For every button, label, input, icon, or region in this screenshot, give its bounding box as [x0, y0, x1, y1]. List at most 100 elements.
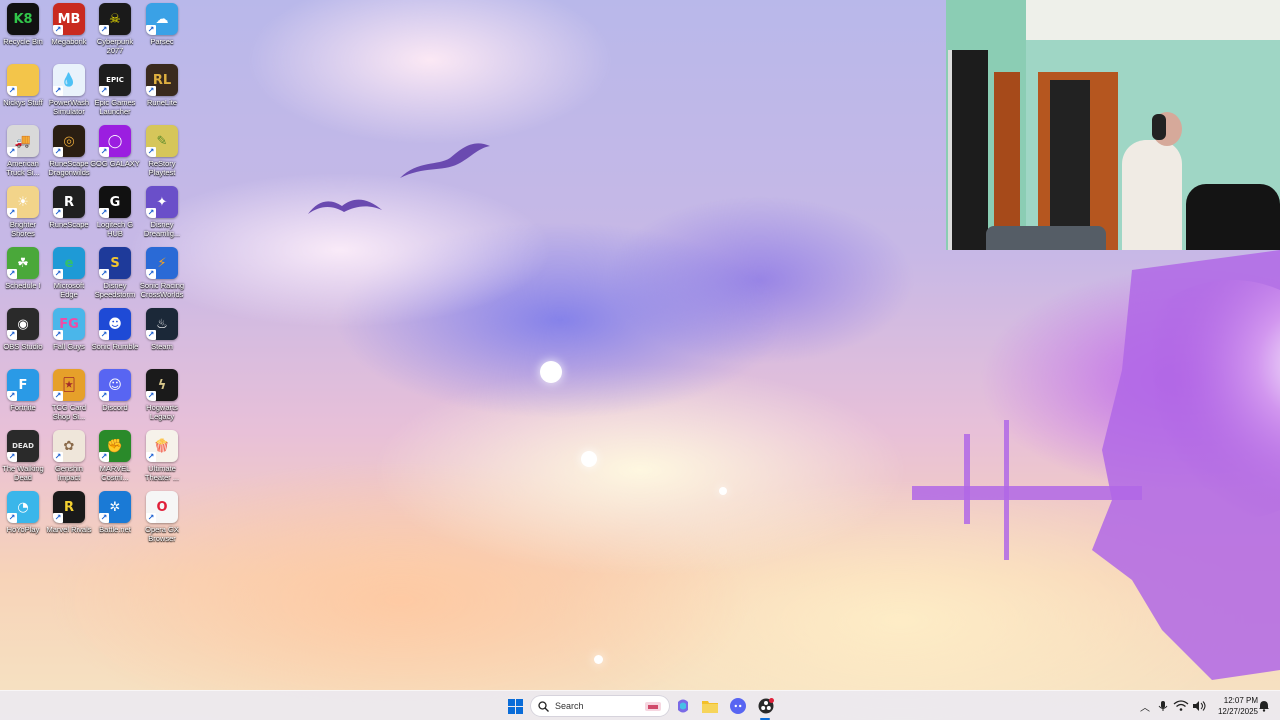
desktop-shortcut[interactable]: O ↗ Opera GX Browser [139, 491, 185, 549]
icon-glyph: ☘ [17, 255, 29, 271]
desktop-shortcut[interactable]: ☺ ↗ Discord [92, 369, 138, 427]
desktop-shortcut-label: Nickys Stuff [3, 98, 43, 107]
taskbar-search-box[interactable]: Search [530, 695, 670, 717]
desktop-shortcut[interactable]: ♨ ↗ Steam [139, 308, 185, 366]
shortcut-arrow-icon: ↗ [53, 391, 63, 401]
discord-icon: ☺ ↗ [99, 369, 131, 401]
desktop-shortcut[interactable]: ☀ ↗ Brighter Shores [0, 186, 46, 244]
desktop-shortcut[interactable]: RL ↗ RuneLite [139, 64, 185, 122]
speedstorm-icon: S ↗ [99, 247, 131, 279]
desktop-shortcut[interactable]: ◎ ↗ RuneScape Dragonwilds [46, 125, 92, 183]
cyberpunk-icon: ☠ ↗ [99, 3, 131, 35]
desktop-shortcut[interactable]: 🚚 ↗ American Truck Si... [0, 125, 46, 183]
desktop-shortcut[interactable]: ✊ ↗ MARVEL Cosmi... [92, 430, 138, 488]
taskbar-clock[interactable]: 12:07 PM 12/27/2025 [1206, 695, 1258, 717]
desktop-shortcut[interactable]: ✎ ↗ ReStory Playtest [139, 125, 185, 183]
desktop-shortcut[interactable]: R ↗ RuneScape [46, 186, 92, 244]
desktop-shortcut-label: Opera GX Browser [145, 525, 179, 543]
recycle-bin-icon: K8 [7, 3, 39, 35]
desktop-shortcut[interactable]: 🍿 ↗ Ultimate Theater ... [139, 430, 185, 488]
copilot-icon [678, 699, 688, 713]
desktop-shortcut[interactable]: e ↗ Microsoft Edge [46, 247, 92, 305]
hoyoplay-icon: ◔ ↗ [7, 491, 39, 523]
desktop-shortcut-label: Steam [151, 342, 173, 351]
shortcut-arrow-icon: ↗ [99, 452, 109, 462]
desktop-shortcut[interactable]: ☘ ↗ Schedule I [0, 247, 46, 305]
glow-orb [581, 451, 597, 467]
icon-glyph: ✦ [156, 194, 168, 210]
desktop-shortcut-label: American Truck Si... [6, 159, 40, 177]
desktop-shortcut[interactable]: ☠ ↗ Cyberpunk 2077 [92, 3, 138, 61]
file-explorer-button[interactable] [699, 695, 721, 717]
desktop-shortcut-label: Epic Games Launcher [94, 98, 136, 116]
desktop-shortcut[interactable]: DEAD ↗ The Walking Dead [0, 430, 46, 488]
brighter-shores-icon: ☀ ↗ [7, 186, 39, 218]
desktop-shortcut[interactable]: ✦ ↗ Disney Dreamlig... [139, 186, 185, 244]
desktop-shortcut-label: Battle.net [99, 525, 131, 534]
restory-icon: ✎ ↗ [146, 125, 178, 157]
desktop-shortcut-label: RuneLite [146, 98, 178, 107]
desktop-shortcut-label: Microsoft Edge [53, 281, 85, 299]
shortcut-arrow-icon: ↗ [146, 86, 156, 96]
desktop-shortcut[interactable]: 💧 ↗ PowerWash Simulator [46, 64, 92, 122]
notification-bell-icon[interactable] [1258, 700, 1270, 712]
obs-taskbar-button[interactable] [755, 695, 777, 717]
discord-taskbar-icon [730, 698, 746, 714]
icon-glyph: ✿ [63, 438, 75, 454]
shortcut-arrow-icon: ↗ [146, 513, 156, 523]
desktop-shortcut[interactable]: ↗ Nickys Stuff [0, 64, 46, 122]
icon-glyph: 🍿 [153, 438, 171, 454]
desktop-shortcut[interactable]: ◔ ↗ HoYoPlay [0, 491, 46, 549]
desktop-shortcut[interactable]: ◯ ↗ GOG GALAXY [90, 125, 140, 183]
sonic-racing-icon: ⚡ ↗ [146, 247, 178, 279]
fall-guys-icon: FG ↗ [53, 308, 85, 340]
desktop-shortcut[interactable]: S ↗ Disney Speedstorm [92, 247, 138, 305]
desktop-shortcut[interactable]: ☻ ↗ Sonic Rumble [92, 308, 138, 366]
icon-glyph: S [110, 255, 120, 271]
system-tray: ︿ [1136, 691, 1208, 720]
shortcut-arrow-icon: ↗ [7, 86, 17, 96]
desktop-shortcut[interactable]: G ↗ Logitech G HUB [92, 186, 138, 244]
shortcut-arrow-icon: ↗ [146, 25, 156, 35]
start-button[interactable] [504, 695, 526, 717]
runescape-icon: R ↗ [53, 186, 85, 218]
glow-orb [594, 655, 603, 664]
desktop-shortcut[interactable]: ✿ ↗ Genshin Impact [46, 430, 92, 488]
walking-dead-icon: DEAD ↗ [7, 430, 39, 462]
taskbar: Search ︿ 12:07 PM 12/27/2025 [0, 690, 1280, 720]
icon-glyph: R [63, 194, 74, 210]
desktop-shortcut-label: Sonic Rumble [91, 342, 139, 351]
desktop-shortcut[interactable]: F ↗ Fortnite [0, 369, 46, 427]
schedule-one-icon: ☘ ↗ [7, 247, 39, 279]
desktop-shortcut[interactable]: ◉ ↗ OBS Studio [0, 308, 46, 366]
chevron-up-icon[interactable]: ︿ [1136, 699, 1154, 714]
glow-orb [540, 361, 562, 383]
desktop-shortcut[interactable]: 🃏 ↗ TCG Card Shop Si... [46, 369, 92, 427]
file-explorer-icon [702, 701, 718, 713]
desktop-shortcut[interactable]: MB ↗ Megabonk [46, 3, 92, 61]
webcam-chair-back [986, 226, 1106, 250]
desktop-shortcut-label: Ultimate Theater ... [144, 464, 180, 482]
webcam-closet [948, 50, 988, 250]
desktop-shortcut[interactable]: ϟ ↗ Hogwarts Legacy [139, 369, 185, 427]
desktop-shortcut[interactable]: EPIC ↗ Epic Games Launcher [92, 64, 138, 122]
steam-icon: ♨ ↗ [146, 308, 178, 340]
desktop-shortcut[interactable]: ☁ ↗ Parsec [139, 3, 185, 61]
desktop-shortcut[interactable]: K8 Recycle Bin [0, 3, 46, 61]
copilot-button[interactable] [672, 695, 694, 717]
shortcut-arrow-icon: ↗ [146, 330, 156, 340]
shortcut-arrow-icon: ↗ [53, 25, 63, 35]
desktop-shortcut[interactable]: R ↗ Marvel Rivals [46, 491, 92, 549]
marvel-cosmic-icon: ✊ ↗ [99, 430, 131, 462]
discord-taskbar-button[interactable] [727, 695, 749, 717]
desktop-shortcut[interactable]: ✲ ↗ Battle.net [92, 491, 138, 549]
icon-glyph: R [63, 499, 74, 515]
webcam-shoe-rack [1050, 80, 1090, 230]
wifi-icon[interactable] [1172, 700, 1190, 712]
microphone-icon[interactable] [1154, 700, 1172, 712]
desktop-shortcut[interactable]: FG ↗ Fall Guys [46, 308, 92, 366]
icon-glyph: DEAD [12, 442, 34, 450]
desktop-shortcut[interactable]: ⚡ ↗ Sonic Racing CrossWorlds [139, 247, 185, 305]
desktop-shortcut-label: Disney Dreamlig... [143, 220, 181, 238]
bird-silhouette-small [308, 199, 382, 214]
